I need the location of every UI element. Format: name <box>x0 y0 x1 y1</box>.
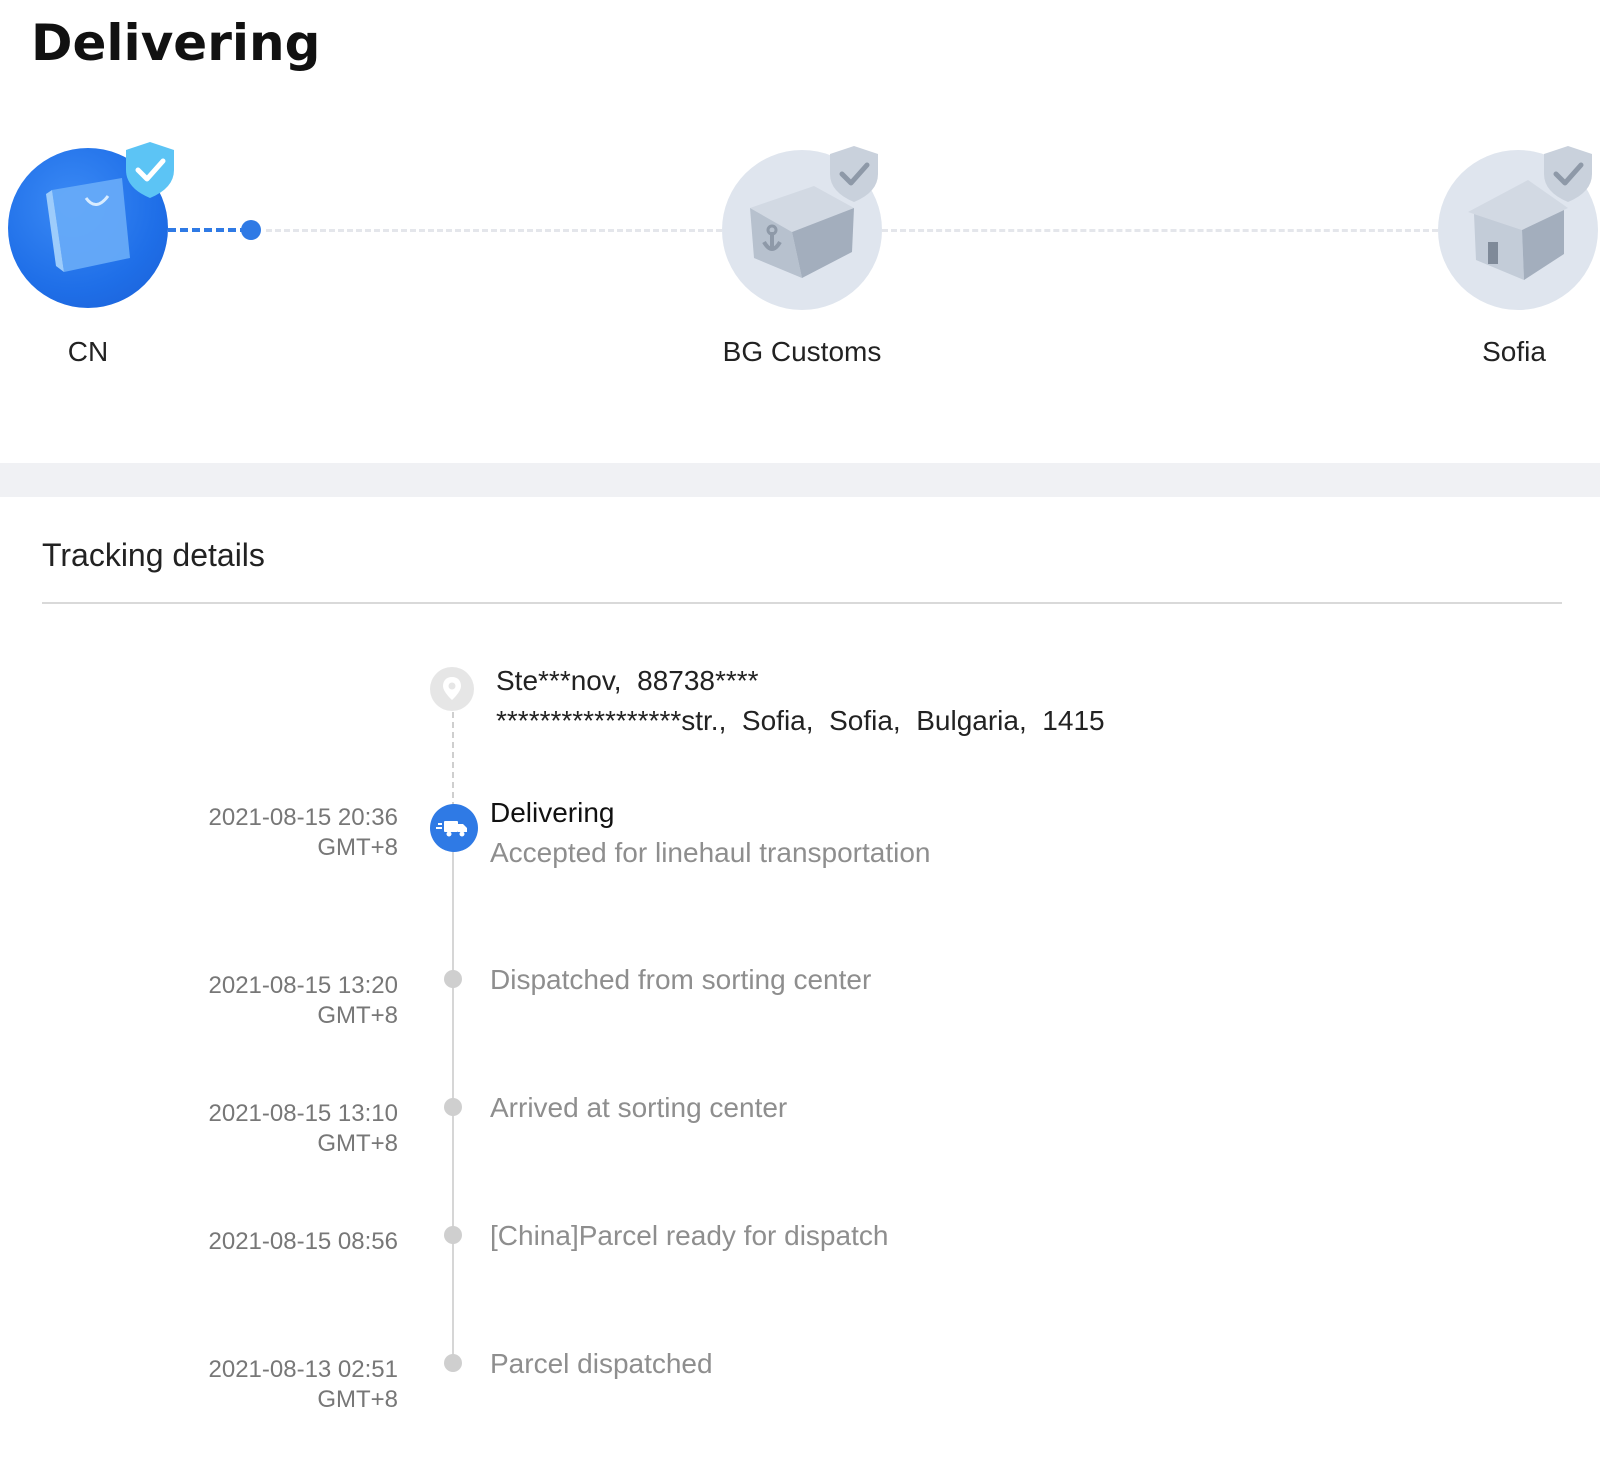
event-date: 2021-08-15 13:20 <box>208 972 399 999</box>
event-text: Arrived at sorting center <box>490 1092 788 1123</box>
event-date: 2021-08-15 13:10 <box>208 1100 399 1127</box>
location-pin-icon <box>430 667 474 711</box>
event-dot <box>444 1354 462 1372</box>
truck-icon <box>430 804 478 852</box>
event-dot <box>444 1226 462 1244</box>
event-timezone: GMT+8 <box>317 1386 398 1413</box>
progress-line-pending <box>882 229 1438 232</box>
stage-sofia <box>1438 146 1598 310</box>
event-text: Parcel dispatched <box>490 1348 713 1379</box>
progress-line-pending <box>266 229 722 232</box>
event-dot <box>444 1098 462 1116</box>
stage-label-bg-customs: BG Customs <box>722 336 882 367</box>
timeline-connector-dashed <box>452 712 454 808</box>
stage-label-sofia: Sofia <box>1482 336 1546 367</box>
event-text: Accepted for linehaul transportation <box>490 837 931 868</box>
event-timezone: GMT+8 <box>317 834 398 861</box>
event-timezone: GMT+8 <box>317 1002 398 1029</box>
event-date: 2021-08-13 02:51 <box>208 1356 399 1383</box>
stage-label-cn: CN <box>67 336 109 367</box>
event-text: Dispatched from sorting center <box>490 964 872 995</box>
stage-bg-customs <box>722 146 882 310</box>
address-line-2: *****************str., Sofia, Sofia, Bul… <box>496 705 1105 736</box>
event-date: 2021-08-15 08:56 <box>208 1228 399 1255</box>
address-line-1: Ste***nov, 88738**** <box>496 665 759 696</box>
shield-check-icon <box>126 142 174 198</box>
progress-dot <box>241 220 261 240</box>
page-title: Delivering <box>31 14 321 72</box>
event-text: [China]Parcel ready for dispatch <box>490 1220 889 1251</box>
shield-check-icon <box>830 146 878 202</box>
section-separator <box>0 463 1600 497</box>
event-date: 2021-08-15 20:36 <box>208 804 399 831</box>
event-dot <box>444 970 462 988</box>
shield-check-icon <box>1544 146 1592 202</box>
progress-line-done <box>168 228 248 232</box>
tracking-details-title: Tracking details <box>42 537 265 573</box>
divider <box>42 602 1562 604</box>
event-title: Delivering <box>490 797 615 828</box>
stage-cn <box>8 142 174 308</box>
event-timezone: GMT+8 <box>317 1130 398 1157</box>
